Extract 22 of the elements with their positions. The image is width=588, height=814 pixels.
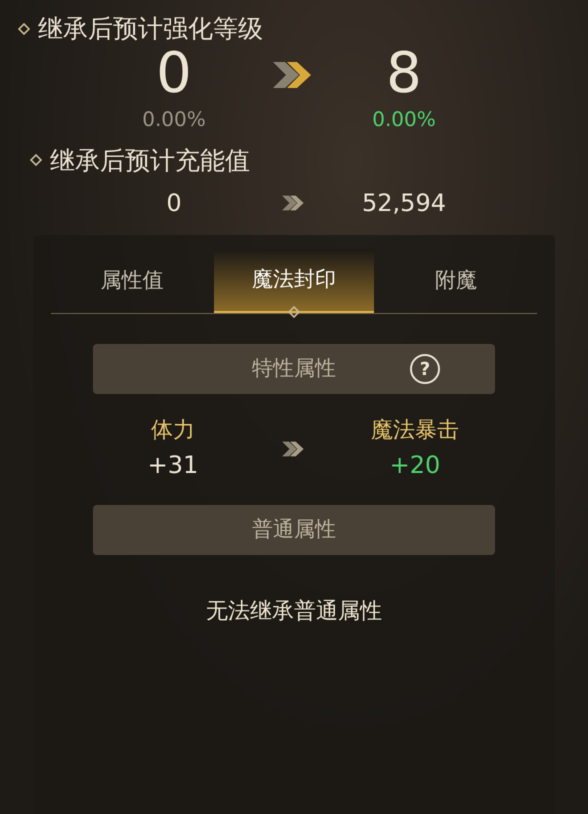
attribute-name: 体力 — [151, 417, 195, 445]
bar-title: 特性属性 — [252, 355, 336, 382]
diamond-icon — [18, 22, 30, 35]
charge-value: 52,594 — [362, 188, 446, 219]
tab[interactable]: 属性值 — [52, 249, 212, 313]
level-value: 8 — [386, 44, 422, 104]
notice-text: 无法继承普通属性 — [206, 598, 382, 626]
help-icon[interactable]: ? — [410, 354, 440, 384]
attribute-value: +20 — [390, 450, 440, 481]
tab[interactable]: 附魔 — [376, 249, 536, 313]
tab[interactable]: 魔法封印 — [214, 249, 374, 313]
diamond-icon — [30, 154, 42, 166]
section-title: 继承后预计强化等级 — [38, 13, 263, 45]
level-value: 0 — [156, 44, 192, 104]
level-percent: 0.00% — [372, 106, 436, 132]
attribute-name: 魔法暴击 — [371, 417, 459, 445]
bar-title: 普通属性 — [252, 516, 336, 544]
level-percent: 0.00% — [142, 106, 206, 132]
diamond-icon — [288, 306, 300, 318]
attribute-value: +31 — [148, 450, 198, 481]
charge-value: 0 — [166, 188, 182, 219]
section-title: 继承后预计充能值 — [50, 144, 250, 176]
